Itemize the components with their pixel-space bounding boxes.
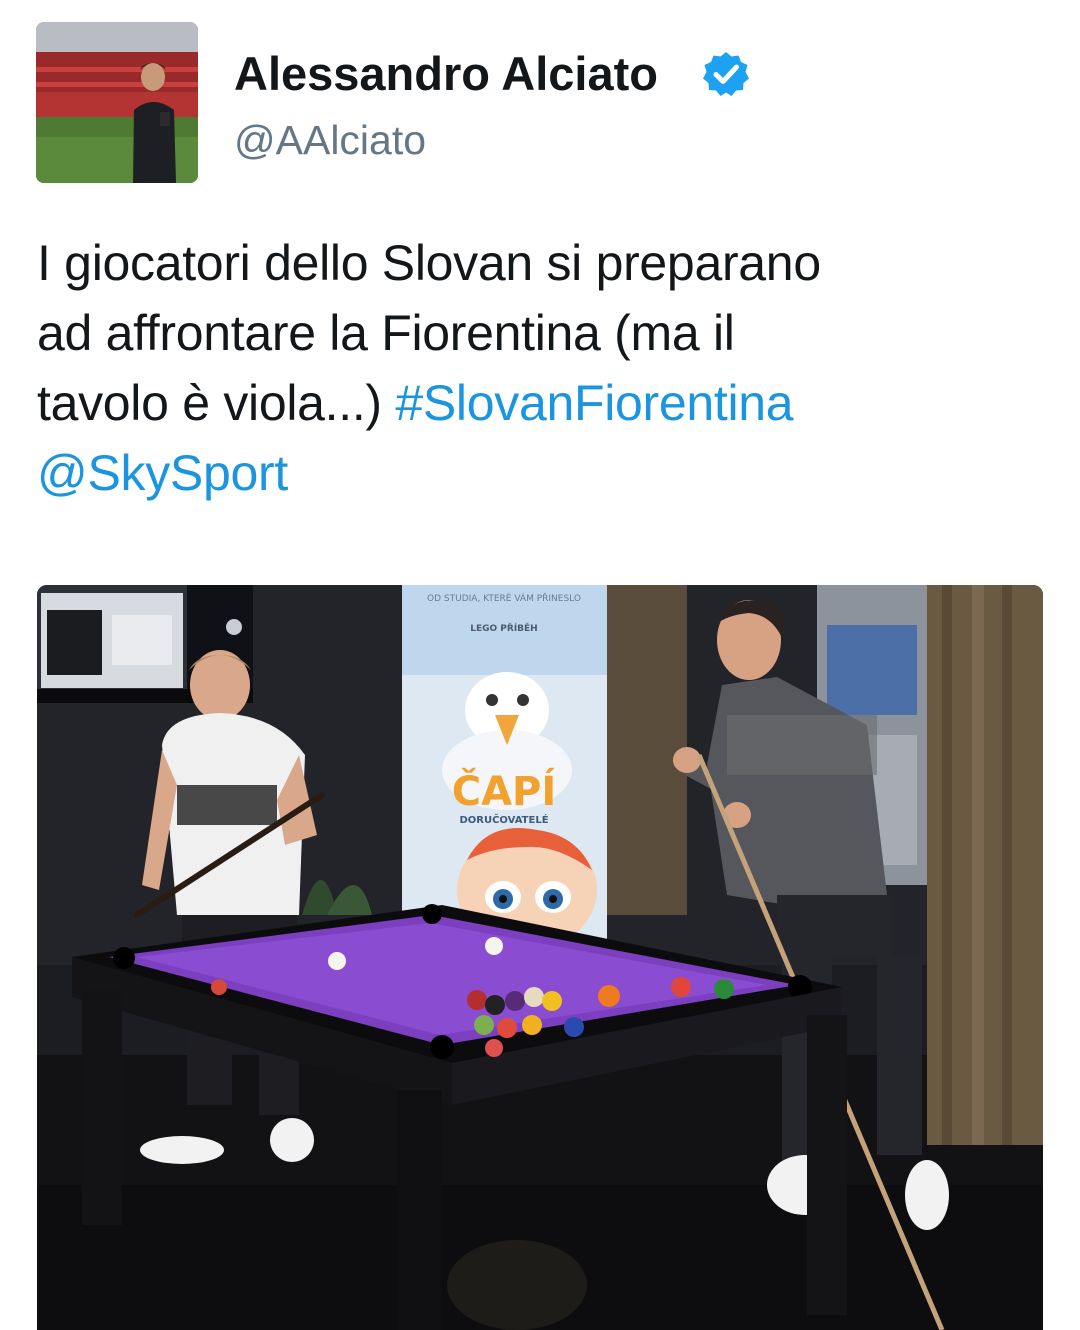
poster-subtitle: DORUČOVATELÉ <box>459 813 548 826</box>
tweet-text-line-1: I giocatori dello Slovan si preparano <box>37 235 821 291</box>
poster-lego-text: LEGO PŘÍBĚH <box>470 622 537 634</box>
tweet-text-line-2: ad affrontare la Fiorentina (ma il <box>37 305 735 361</box>
tweet-media-photo[interactable]: OD STUDIA, KTERÉ VÁM PŘINESLO LEGO PŘÍBĚ… <box>37 585 1043 1330</box>
poster-tagline: OD STUDIA, KTERÉ VÁM PŘINESLO <box>427 592 581 604</box>
tweet-text-line-3: tavolo è viola...) <box>37 375 382 431</box>
author-avatar[interactable] <box>36 22 198 183</box>
author-name[interactable]: Alessandro Alciato <box>234 44 658 104</box>
verified-badge-icon <box>703 52 749 96</box>
author-handle[interactable]: @AAlciato <box>234 112 426 168</box>
hashtag-link[interactable]: #SlovanFiorentina <box>395 375 793 431</box>
tweet-text: I giocatori dello Slovan si preparano ad… <box>37 228 1047 508</box>
avatar-photo <box>36 22 198 183</box>
tweet-card: Alessandro Alciato @AAlciato I giocatori… <box>0 0 1080 1330</box>
poster-title: ČAPÍ <box>452 767 557 815</box>
mention-link[interactable]: @SkySport <box>37 445 288 501</box>
photo-illustration: OD STUDIA, KTERÉ VÁM PŘINESLO LEGO PŘÍBĚ… <box>37 585 1043 1330</box>
